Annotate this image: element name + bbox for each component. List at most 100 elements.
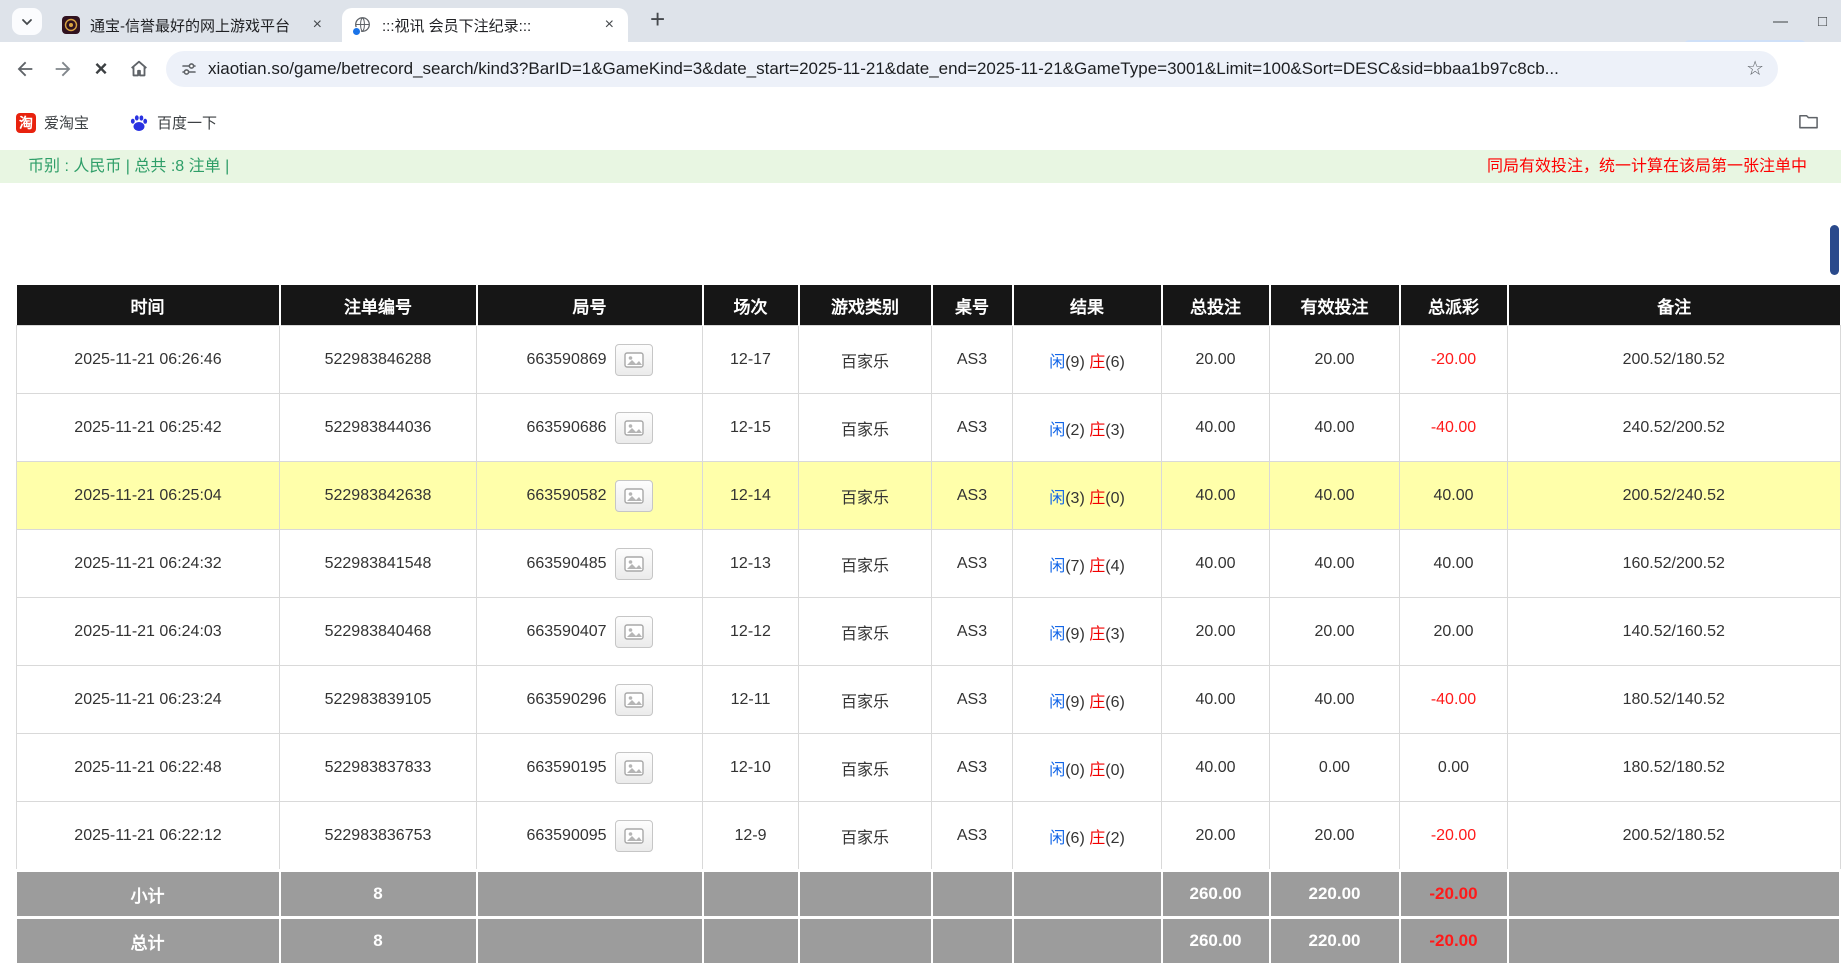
home-button[interactable] bbox=[122, 58, 156, 80]
scrollbar-thumb[interactable] bbox=[1830, 225, 1839, 275]
tongbao-favicon-icon bbox=[62, 16, 80, 34]
cell-payout: -40.00 bbox=[1400, 666, 1508, 734]
table-row[interactable]: 2025-11-21 06:24:03522983840468663590407… bbox=[17, 598, 1841, 666]
bookmark-baidu[interactable]: 百度一下 bbox=[129, 112, 217, 133]
cell-valid-bet: 20.00 bbox=[1270, 326, 1400, 394]
minimize-button[interactable]: — bbox=[1773, 13, 1788, 30]
cell-session: 12-10 bbox=[703, 734, 799, 802]
arrow-right-icon bbox=[52, 58, 74, 80]
player-label: 闲 bbox=[1049, 626, 1065, 643]
banker-label: 庄 bbox=[1089, 490, 1105, 507]
player-label: 闲 bbox=[1049, 830, 1065, 847]
total-valid-bet: 220.00 bbox=[1270, 918, 1400, 964]
maximize-button[interactable]: □ bbox=[1818, 13, 1827, 30]
video-replay-button[interactable] bbox=[615, 616, 653, 648]
cell-total-bet: 40.00 bbox=[1162, 462, 1270, 530]
cell-total-bet: 40.00 bbox=[1162, 530, 1270, 598]
banker-score: (6) bbox=[1105, 354, 1125, 371]
player-score: (2) bbox=[1065, 422, 1089, 439]
cell-game: 百家乐 bbox=[799, 530, 932, 598]
table-row[interactable]: 2025-11-21 06:23:24522983839105663590296… bbox=[17, 666, 1841, 734]
table-row[interactable]: 2025-11-21 06:25:42522983844036663590686… bbox=[17, 394, 1841, 462]
cell-session: 12-11 bbox=[703, 666, 799, 734]
table-header-row: 时间 注单编号 局号 场次 游戏类别 桌号 结果 总投注 有效投注 总派彩 备注 bbox=[17, 285, 1841, 326]
video-record-icon bbox=[624, 488, 644, 504]
table-row[interactable]: 2025-11-21 06:26:46522983846288663590869… bbox=[17, 326, 1841, 394]
arrow-left-icon bbox=[14, 58, 36, 80]
table-row[interactable]: 2025-11-21 06:24:32522983841548663590485… bbox=[17, 530, 1841, 598]
cell-round: 663590296 bbox=[477, 666, 703, 734]
column-header: 结果 bbox=[1013, 285, 1162, 326]
empty-cell bbox=[799, 871, 932, 918]
cell-table-no: AS3 bbox=[932, 530, 1013, 598]
empty-cell bbox=[477, 871, 703, 918]
cell-time: 2025-11-21 06:25:42 bbox=[17, 394, 280, 462]
bookmark-star-icon[interactable]: ☆ bbox=[1746, 56, 1764, 81]
cell-time: 2025-11-21 06:22:48 bbox=[17, 734, 280, 802]
video-replay-button[interactable] bbox=[615, 412, 653, 444]
video-replay-button[interactable] bbox=[615, 480, 653, 512]
home-icon bbox=[128, 58, 150, 80]
cell-total-bet: 20.00 bbox=[1162, 802, 1270, 871]
site-info-icon[interactable] bbox=[180, 60, 198, 78]
video-replay-button[interactable] bbox=[615, 684, 653, 716]
total-total-bet: 260.00 bbox=[1162, 918, 1270, 964]
forward-button[interactable] bbox=[46, 58, 80, 80]
total-row: 总计 8 260.00 220.00 -20.00 bbox=[17, 918, 1841, 964]
video-replay-button[interactable] bbox=[615, 548, 653, 580]
table-row[interactable]: 2025-11-21 06:25:04522983842638663590582… bbox=[17, 462, 1841, 530]
video-replay-button[interactable] bbox=[615, 344, 653, 376]
player-label: 闲 bbox=[1049, 558, 1065, 575]
player-score: (6) bbox=[1065, 830, 1089, 847]
close-tab-icon[interactable]: × bbox=[603, 16, 616, 34]
player-label: 闲 bbox=[1049, 762, 1065, 779]
banker-label: 庄 bbox=[1089, 558, 1105, 575]
baidu-paw-icon bbox=[129, 113, 149, 133]
cell-result: 闲(7) 庄(4) bbox=[1013, 530, 1162, 598]
cell-bet-id: 522983837833 bbox=[280, 734, 477, 802]
new-tab-button[interactable]: + bbox=[650, 4, 665, 35]
video-record-icon bbox=[624, 624, 644, 640]
cell-table-no: AS3 bbox=[932, 802, 1013, 871]
cell-bet-id: 522983846288 bbox=[280, 326, 477, 394]
cell-valid-bet: 20.00 bbox=[1270, 598, 1400, 666]
tab-betrecord[interactable]: :::视讯 会员下注纪录::: × bbox=[342, 8, 628, 42]
cell-remark: 240.52/200.52 bbox=[1508, 394, 1841, 462]
video-replay-button[interactable] bbox=[615, 752, 653, 784]
column-header: 时间 bbox=[17, 285, 280, 326]
folder-icon[interactable] bbox=[1798, 112, 1819, 135]
subtotal-count: 8 bbox=[280, 871, 477, 918]
cell-total-bet: 40.00 bbox=[1162, 394, 1270, 462]
cell-time: 2025-11-21 06:26:46 bbox=[17, 326, 280, 394]
video-record-icon bbox=[624, 556, 644, 572]
video-record-icon bbox=[624, 692, 644, 708]
bet-records-table: 时间 注单编号 局号 场次 游戏类别 桌号 结果 总投注 有效投注 总派彩 备注… bbox=[16, 285, 1841, 963]
total-count: 8 bbox=[280, 918, 477, 964]
tab-search-button[interactable] bbox=[12, 8, 42, 35]
banker-score: (0) bbox=[1105, 762, 1125, 779]
cell-valid-bet: 20.00 bbox=[1270, 802, 1400, 871]
cell-game: 百家乐 bbox=[799, 394, 932, 462]
stop-button[interactable]: × bbox=[84, 58, 118, 80]
table-row[interactable]: 2025-11-21 06:22:12522983836753663590095… bbox=[17, 802, 1841, 871]
cell-remark: 180.52/140.52 bbox=[1508, 666, 1841, 734]
video-replay-button[interactable] bbox=[615, 820, 653, 852]
player-label: 闲 bbox=[1049, 694, 1065, 711]
banker-label: 庄 bbox=[1089, 830, 1105, 847]
address-bar[interactable]: xiaotian.so/game/betrecord_search/kind3?… bbox=[166, 51, 1778, 87]
table-row[interactable]: 2025-11-21 06:22:48522983837833663590195… bbox=[17, 734, 1841, 802]
close-tab-icon[interactable]: × bbox=[311, 16, 324, 34]
cell-table-no: AS3 bbox=[932, 734, 1013, 802]
empty-cell bbox=[799, 918, 932, 964]
tab-tongbao[interactable]: 通宝-信誉最好的网上游戏平台 × bbox=[50, 8, 336, 42]
subtotal-payout: -20.00 bbox=[1400, 871, 1508, 918]
cell-result: 闲(6) 庄(2) bbox=[1013, 802, 1162, 871]
cell-table-no: AS3 bbox=[932, 462, 1013, 530]
bookmark-taobao[interactable]: 淘 爱淘宝 bbox=[16, 112, 89, 133]
cell-game: 百家乐 bbox=[799, 598, 932, 666]
banker-score: (6) bbox=[1105, 694, 1125, 711]
notice-text: 同局有效投注，统一计算在该局第一张注单中 bbox=[1487, 150, 1807, 183]
cell-result: 闲(3) 庄(0) bbox=[1013, 462, 1162, 530]
back-button[interactable] bbox=[8, 58, 42, 80]
column-header: 场次 bbox=[703, 285, 799, 326]
